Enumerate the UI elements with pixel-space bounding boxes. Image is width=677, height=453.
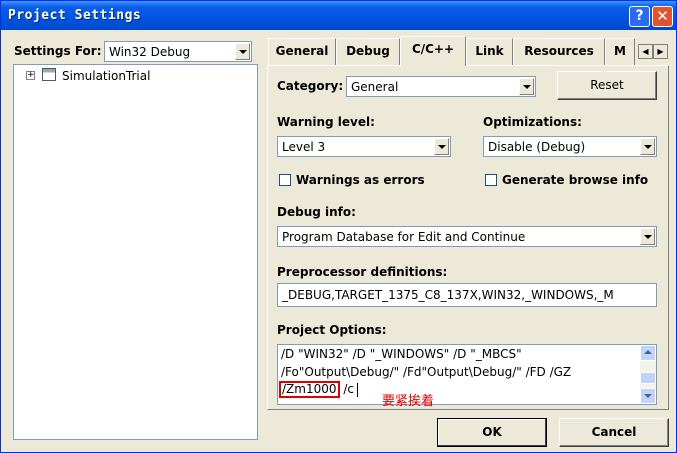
project-options-textarea[interactable]: /D "WIN32" /D "_WINDOWS" /D "_MBCS" /Fo"…: [277, 344, 657, 405]
checkbox-box[interactable]: [279, 174, 291, 186]
category-dropdown[interactable]: General: [346, 76, 536, 97]
question-mark-icon: ?: [635, 8, 644, 24]
project-options-line-2: /Fo"Output\Debug/" /Fd"Output\Debug/" /F…: [281, 365, 572, 379]
optimizations-label: Optimizations:: [483, 115, 582, 129]
settings-for-label: Settings For:: [14, 44, 102, 58]
close-icon: ✕: [656, 7, 669, 25]
warning-level-value: Level 3: [282, 140, 326, 154]
tab-resources[interactable]: Resources: [513, 38, 605, 65]
chevron-down-icon[interactable]: [640, 138, 655, 155]
tab-debug[interactable]: Debug: [336, 38, 400, 65]
tab-label: General: [275, 44, 329, 58]
help-button[interactable]: ?: [629, 6, 650, 27]
tab-label: Resources: [524, 44, 594, 58]
window-title: Project Settings: [8, 8, 142, 23]
category-label: Category:: [277, 79, 344, 93]
chevron-down-icon[interactable]: [434, 138, 449, 155]
scroll-down-button[interactable]: [640, 388, 656, 404]
chevron-down-icon[interactable]: [640, 228, 655, 245]
tree-item-label: SimulationTrial: [62, 69, 151, 83]
scroll-thumb[interactable]: [640, 372, 656, 384]
ok-button[interactable]: OK: [437, 418, 547, 447]
warning-level-label: Warning level:: [277, 115, 375, 129]
tab-scroll-left-button[interactable]: ◀: [638, 44, 653, 59]
debug-info-dropdown[interactable]: Program Database for Edit and Continue: [277, 226, 657, 247]
settings-for-value: Win32 Debug: [109, 45, 191, 59]
arrow-left-icon: ◀: [642, 47, 649, 56]
close-button[interactable]: ✕: [652, 6, 673, 27]
scroll-up-button[interactable]: [640, 345, 656, 361]
reset-label: Reset: [590, 78, 624, 92]
project-icon: [42, 68, 56, 81]
cancel-button[interactable]: Cancel: [559, 418, 669, 447]
preprocessor-value: _DEBUG,TARGET_1375_C8_137X,WIN32,_WINDOW…: [282, 288, 614, 302]
tab-more[interactable]: M: [605, 38, 635, 65]
arrow-up-icon: [644, 350, 652, 354]
project-options-line-3: /Zm1000 /c: [279, 381, 358, 399]
category-value: General: [351, 80, 399, 94]
tree-item-root[interactable]: + SimulationTrial: [26, 68, 226, 84]
preprocessor-input[interactable]: _DEBUG,TARGET_1375_C8_137X,WIN32,_WINDOW…: [277, 283, 657, 307]
tab-label: C/C++: [411, 42, 455, 56]
optimizations-dropdown[interactable]: Disable (Debug): [483, 136, 657, 157]
expand-plus-icon[interactable]: +: [26, 71, 35, 80]
project-options-line-3-rest: /c: [339, 382, 354, 396]
warnings-as-errors-checkbox[interactable]: Warnings as errors: [277, 173, 437, 189]
generate-browse-info-checkbox[interactable]: Generate browse info: [483, 173, 653, 189]
warning-level-dropdown[interactable]: Level 3: [277, 136, 451, 157]
optimizations-value: Disable (Debug): [488, 140, 586, 154]
generate-browse-info-label: Generate browse info: [502, 173, 649, 187]
settings-for-label-text: Settings For:: [14, 44, 102, 58]
title-bar[interactable]: Project Settings ? ✕: [1, 1, 676, 30]
warnings-as-errors-label: Warnings as errors: [296, 173, 425, 187]
project-options-line-1: /D "WIN32" /D "_WINDOWS" /D "_MBCS": [281, 347, 522, 361]
checkbox-box[interactable]: [485, 174, 497, 186]
debug-info-label: Debug info:: [277, 205, 356, 219]
chevron-down-icon[interactable]: [235, 43, 250, 60]
settings-for-dropdown[interactable]: Win32 Debug: [104, 41, 252, 62]
project-settings-window: Project Settings ? ✕ Settings For: Win32…: [0, 0, 677, 453]
tab-general[interactable]: General: [268, 38, 336, 65]
annotation-text: 要紧挨着: [382, 394, 435, 409]
tab-label: Debug: [346, 44, 390, 58]
arrow-right-icon: ▶: [657, 47, 664, 56]
project-options-label: Project Options:: [277, 323, 387, 337]
chevron-down-icon[interactable]: [519, 78, 534, 95]
arrow-down-icon: [644, 394, 652, 398]
ok-label: OK: [482, 425, 502, 439]
project-options-scrollbar[interactable]: [640, 345, 656, 404]
tab-label: Link: [475, 44, 504, 58]
cancel-label: Cancel: [591, 425, 637, 439]
project-tree[interactable]: + SimulationTrial: [13, 64, 258, 440]
text-caret: [356, 382, 358, 397]
zm-option-highlight: /Zm1000: [279, 381, 340, 398]
tab-label: M: [614, 44, 626, 58]
reset-button[interactable]: Reset: [557, 71, 657, 100]
debug-info-value: Program Database for Edit and Continue: [282, 230, 526, 244]
tab-scroll-right-button[interactable]: ▶: [653, 44, 668, 59]
preprocessor-label: Preprocessor definitions:: [277, 265, 448, 279]
tab-link[interactable]: Link: [466, 38, 513, 65]
tab-c-cpp[interactable]: C/C++: [400, 36, 466, 66]
